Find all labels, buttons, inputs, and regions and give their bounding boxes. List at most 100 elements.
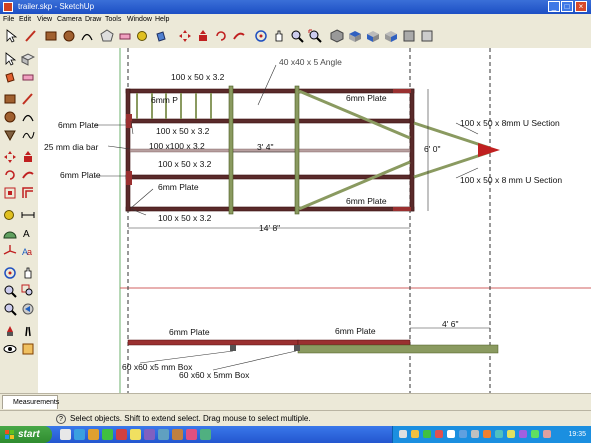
axes-icon[interactable]	[3, 244, 17, 258]
zoom-tool-icon[interactable]	[3, 284, 17, 298]
pan-tool-icon[interactable]	[21, 266, 35, 280]
quicklaunch-icon-10[interactable]	[186, 429, 197, 440]
tray-icon[interactable]	[507, 430, 515, 438]
quicklaunch-icon-9[interactable]	[172, 429, 183, 440]
push-pull-icon[interactable]	[196, 29, 210, 43]
dimension-icon[interactable]	[21, 208, 35, 222]
move-tool-icon[interactable]	[3, 150, 17, 164]
corner-plate	[393, 207, 411, 211]
iso-view-icon[interactable]	[330, 29, 344, 43]
position-camera-icon[interactable]	[3, 324, 17, 338]
right-end-rail	[409, 88, 415, 212]
menu-edit[interactable]: Edit	[19, 14, 31, 26]
rectangle-tool-icon[interactable]	[3, 92, 17, 106]
tray-icon[interactable]	[471, 430, 479, 438]
look-around-icon[interactable]	[3, 342, 17, 356]
maximize-button[interactable]: □	[561, 1, 573, 12]
3d-text-icon[interactable]: Aa	[21, 244, 35, 258]
previous-icon[interactable]	[21, 302, 35, 316]
tray-icon[interactable]	[435, 430, 443, 438]
tray-icon[interactable]	[447, 430, 455, 438]
quicklaunch-icon-2[interactable]	[74, 429, 85, 440]
tray-icon[interactable]	[495, 430, 503, 438]
rotate-icon[interactable]	[214, 29, 228, 43]
front-view-icon[interactable]	[366, 29, 380, 43]
zoom-extents-tool-icon[interactable]	[3, 302, 17, 316]
eraser-icon[interactable]	[118, 29, 132, 43]
tray-icon[interactable]	[531, 430, 539, 438]
tray-icon[interactable]	[459, 430, 467, 438]
drawing-canvas[interactable]: 100 x 50 x 3.2 40 x40 x 5 Angle 6mm P 6m…	[38, 48, 591, 393]
polygon-tool-icon[interactable]	[3, 128, 17, 142]
pan-icon[interactable]	[272, 29, 286, 43]
right-view-icon[interactable]	[384, 29, 398, 43]
follow-me-tool-icon[interactable]	[21, 168, 35, 182]
back-view-icon[interactable]	[402, 29, 416, 43]
menu-draw[interactable]: Draw	[85, 14, 101, 26]
paint-bucket-icon[interactable]	[154, 29, 168, 43]
quicklaunch-icon-1[interactable]	[60, 429, 71, 440]
protractor-icon[interactable]	[3, 226, 17, 240]
follow-me-icon[interactable]	[232, 29, 246, 43]
menu-help[interactable]: Help	[155, 14, 169, 26]
minimize-button[interactable]: _	[548, 1, 560, 12]
menu-tools[interactable]: Tools	[105, 14, 121, 26]
select-icon[interactable]	[4, 29, 18, 43]
tape-measure-icon[interactable]	[136, 29, 150, 43]
tray-icon[interactable]	[483, 430, 491, 438]
rotate-tool-icon[interactable]	[3, 168, 17, 182]
rectangle-icon[interactable]	[44, 29, 58, 43]
orbit-icon[interactable]	[254, 29, 268, 43]
offset-icon[interactable]	[21, 186, 35, 200]
zoom-extents-icon[interactable]	[308, 29, 322, 43]
freehand-icon[interactable]	[21, 128, 35, 142]
quicklaunch-icon-5[interactable]	[116, 429, 127, 440]
polygon-icon[interactable]	[100, 29, 114, 43]
line-icon[interactable]	[21, 92, 35, 106]
top-view-icon[interactable]	[348, 29, 362, 43]
tray-icon[interactable]	[519, 430, 527, 438]
zoom-icon[interactable]	[290, 29, 304, 43]
text-icon[interactable]: A	[21, 226, 35, 240]
close-button[interactable]: ×	[575, 1, 587, 12]
clock[interactable]: 19:35	[568, 426, 586, 443]
section-plane-icon[interactable]	[21, 342, 35, 356]
menu-view[interactable]: View	[37, 14, 52, 26]
eraser-tool-icon[interactable]	[21, 70, 35, 84]
tray-icon[interactable]	[423, 430, 431, 438]
quicklaunch-icon-11[interactable]	[200, 429, 211, 440]
quicklaunch-icon-6[interactable]	[130, 429, 141, 440]
menu-file[interactable]: File	[3, 14, 14, 26]
start-button[interactable]: start	[0, 426, 52, 443]
menu-window[interactable]: Window	[127, 14, 152, 26]
orbit-tool-icon[interactable]	[3, 266, 17, 280]
left-view-icon[interactable]	[420, 29, 434, 43]
select-tool-icon[interactable]	[3, 52, 17, 66]
circle-icon[interactable]	[62, 29, 76, 43]
arc-icon[interactable]	[80, 29, 94, 43]
paint-icon[interactable]	[3, 70, 17, 84]
measurements-tab[interactable]: Measurements	[2, 395, 59, 409]
quicklaunch-icon-8[interactable]	[158, 429, 169, 440]
tray-icon[interactable]	[399, 430, 407, 438]
quicklaunch-icon-4[interactable]	[102, 429, 113, 440]
quicklaunch-icon-7[interactable]	[144, 429, 155, 440]
tape-icon[interactable]	[3, 208, 17, 222]
help-icon[interactable]: ?	[56, 414, 66, 424]
tray-icon[interactable]	[543, 430, 551, 438]
quicklaunch-icon-3[interactable]	[88, 429, 99, 440]
scale-icon[interactable]	[3, 186, 17, 200]
label-dia-bar: 25 mm dia bar	[44, 142, 98, 152]
move-icon[interactable]	[178, 29, 192, 43]
component-icon[interactable]	[21, 52, 35, 66]
menu-bar: File Edit View Camera Draw Tools Window …	[0, 14, 591, 26]
walk-icon[interactable]	[21, 324, 35, 338]
tray-icon[interactable]	[411, 430, 419, 438]
circle-tool-icon[interactable]	[3, 110, 17, 124]
arc-tool-icon[interactable]	[21, 110, 35, 124]
push-pull-tool-icon[interactable]	[21, 150, 35, 164]
label-elev-plate-left: 6mm Plate	[169, 327, 210, 337]
menu-camera[interactable]: Camera	[57, 14, 82, 26]
zoom-window-icon[interactable]	[21, 284, 35, 298]
pencil-icon[interactable]	[24, 29, 38, 43]
